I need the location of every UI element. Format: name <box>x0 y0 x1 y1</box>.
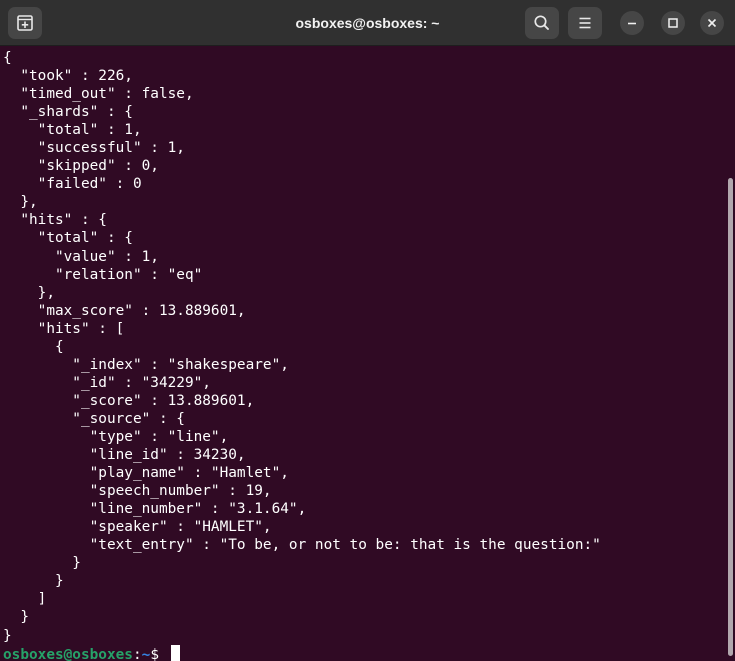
terminal-line: "relation" : "eq" <box>3 266 203 283</box>
terminal-line: "hits" : { <box>3 212 107 229</box>
terminal-line: "_source" : { <box>3 410 185 427</box>
terminal-line: ] <box>3 591 47 608</box>
terminal-window: osboxes@osboxes: ~ {"took": 226, "time… <box>0 0 735 661</box>
terminal-line: "line_id" : 34230, <box>3 447 246 464</box>
search-icon <box>525 7 559 39</box>
new-tab-button[interactable] <box>8 7 42 39</box>
terminal-line: "_id" : "34229", <box>3 374 211 391</box>
terminal-output[interactable]: { "took" : 226, "timed_out" : false, "_s… <box>0 46 735 661</box>
terminal-line: "hits" : [ <box>3 320 125 337</box>
terminal-line: }, <box>3 284 55 301</box>
minimize-icon <box>620 11 644 35</box>
maximize-button[interactable] <box>661 11 685 35</box>
json-output: { "took" : 226, "timed_out" : false, "_s… <box>3 49 735 645</box>
text-cursor <box>170 644 180 661</box>
terminal-line: "line_number" : "3.1.64", <box>3 501 307 518</box>
terminal-line: "failed" : 0 <box>3 176 142 193</box>
prompt-path: ~ <box>141 646 151 661</box>
terminal-line: "_shards" : { <box>3 104 133 121</box>
terminal-line: "type" : "line", <box>3 428 229 445</box>
terminal-line: "took" : 226, <box>3 68 133 85</box>
hamburger-menu-icon <box>568 7 602 39</box>
terminal-line: "successful" : 1, <box>3 140 185 157</box>
terminal-line: }, <box>3 194 38 211</box>
terminal-line: "total" : 1, <box>3 122 142 139</box>
prompt-separator: : <box>132 646 142 661</box>
close-button[interactable] <box>700 11 724 35</box>
terminal-line: { <box>3 50 12 66</box>
command-prompt[interactable]: osboxes@osboxes:~$ <box>3 644 735 661</box>
terminal-line: "total" : { <box>3 230 133 247</box>
terminal-line: "text_entry" : "To be, or not to be: tha… <box>3 537 601 554</box>
prompt-user-host: osboxes@osboxes <box>3 646 133 661</box>
terminal-line: } <box>3 609 29 626</box>
terminal-line: } <box>3 573 64 590</box>
terminal-line: "_score" : 13.889601, <box>3 392 255 409</box>
prompt-symbol: $ <box>150 646 168 661</box>
maximize-icon <box>661 11 685 35</box>
terminal-line: "speaker" : "HAMLET", <box>3 519 272 536</box>
terminal-line: "value" : 1, <box>3 248 159 265</box>
title-bar[interactable]: osboxes@osboxes: ~ <box>0 0 735 46</box>
terminal-line: "skipped" : 0, <box>3 158 159 175</box>
scrollbar[interactable] <box>728 178 733 656</box>
terminal-line: "max_score" : 13.889601, <box>3 302 246 319</box>
terminal-line: } <box>3 627 12 644</box>
terminal-line: } <box>3 555 81 572</box>
terminal-line: "play_name" : "Hamlet", <box>3 465 289 482</box>
terminal-line: { <box>3 338 64 355</box>
new-tab-icon <box>8 7 42 39</box>
terminal-line: "speech_number" : 19, <box>3 483 272 500</box>
menu-button[interactable] <box>568 7 602 39</box>
terminal-line: "_index" : "shakespeare", <box>3 356 289 373</box>
terminal-line: "timed_out" : false, <box>3 86 194 103</box>
close-icon <box>700 11 724 35</box>
search-button[interactable] <box>525 7 559 39</box>
minimize-button[interactable] <box>620 11 644 35</box>
